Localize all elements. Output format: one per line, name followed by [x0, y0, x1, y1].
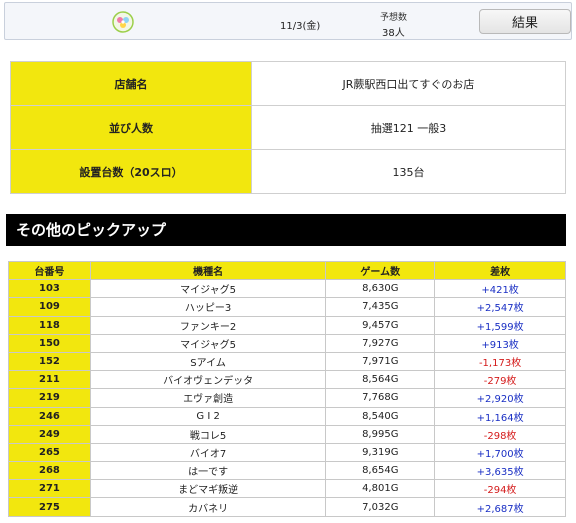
machine-number-cell: 268: [8, 461, 91, 481]
diff-cell: -294枚: [434, 479, 566, 499]
info-row-machines: 設置台数（20スロ） 135台: [10, 149, 566, 194]
game-count-cell: 8,995G: [325, 424, 436, 444]
info-label: 並び人数: [10, 105, 252, 150]
column-header-games: ゲーム数: [325, 260, 436, 281]
machine-number-cell: 271: [8, 479, 91, 499]
column-header-diff: 差枚: [434, 260, 566, 281]
diff-cell: -1,173枚: [434, 351, 566, 372]
column-header-machine: 機種名: [89, 260, 327, 281]
table-row[interactable]: 265 バイオ7 9,319G +1,700枚: [8, 442, 566, 463]
table-row[interactable]: 211 バイオヴェンデッタ 8,564G -279枚: [8, 370, 566, 390]
info-row-store: 店舗名 JR蕨駅西口出てすぐのお店: [10, 61, 566, 106]
machine-number-cell: 246: [8, 406, 91, 426]
predicted-count-value: 38人: [382, 28, 405, 39]
game-count-cell: 7,971G: [325, 351, 436, 372]
pickup-table: 台番号 機種名 ゲーム数 差枚 103 マイジャグ5 8,630G +421枚 109 ハ…: [8, 260, 566, 517]
result-button[interactable]: 結果: [479, 9, 571, 34]
machine-name-cell: 戦コレ5: [89, 424, 327, 444]
machine-name-cell: Sアイム: [89, 351, 327, 372]
diff-cell: +1,164枚: [434, 406, 566, 426]
top-bar: 11/3(金) 予想数 38人 結果: [4, 2, 572, 40]
game-count-cell: 7,032G: [325, 497, 436, 517]
table-row[interactable]: 103 マイジャグ5 8,630G +421枚: [8, 279, 566, 299]
table-row[interactable]: 109 ハッピー3 7,435G +2,547枚: [8, 297, 566, 317]
machine-number-cell: 152: [8, 351, 91, 372]
date-label: 11/3(金): [280, 21, 321, 32]
diff-cell: -298枚: [434, 424, 566, 444]
machine-name-cell: は一です: [89, 461, 327, 481]
info-value: 135台: [251, 149, 566, 194]
machine-name-cell: G I 2: [89, 406, 327, 426]
pickup-table-body: 103 マイジャグ5 8,630G +421枚 109 ハッピー3 7,435G +2,547…: [8, 279, 566, 517]
diff-cell: +1,700枚: [434, 442, 566, 463]
machine-name-cell: エヴァ創造: [89, 388, 327, 408]
table-row[interactable]: 219 エヴァ創造 7,768G +2,920枚: [8, 388, 566, 408]
machine-number-cell: 219: [8, 388, 91, 408]
info-value: JR蕨駅西口出てすぐのお店: [251, 61, 566, 106]
machine-number-cell: 211: [8, 370, 91, 390]
predicted-count-label: 予想数: [380, 13, 408, 23]
diff-cell: +1,599枚: [434, 315, 566, 335]
machine-name-cell: マイジャグ5: [89, 333, 327, 353]
game-count-cell: 9,319G: [325, 442, 436, 463]
column-header-number: 台番号: [8, 260, 91, 281]
diff-cell: +3,635枚: [434, 461, 566, 481]
info-label: 店舗名: [10, 61, 252, 106]
game-count-cell: 7,927G: [325, 333, 436, 353]
game-count-cell: 8,654G: [325, 461, 436, 481]
table-row[interactable]: 275 カバネリ 7,032G +2,687枚: [8, 497, 566, 517]
machine-name-cell: カバネリ: [89, 497, 327, 517]
game-count-cell: 4,801G: [325, 479, 436, 499]
info-label: 設置台数（20スロ）: [10, 149, 252, 194]
machine-number-cell: 118: [8, 315, 91, 335]
machine-name-cell: マイジャグ5: [89, 279, 327, 299]
table-row[interactable]: 249 戦コレ5 8,995G -298枚: [8, 424, 566, 444]
diff-cell: +2,547枚: [434, 297, 566, 317]
game-count-cell: 9,457G: [325, 315, 436, 335]
table-row[interactable]: 150 マイジャグ5 7,927G +913枚: [8, 333, 566, 353]
machine-name-cell: バイオヴェンデッタ: [89, 370, 327, 390]
section-title: その他のピックアップ: [6, 214, 566, 246]
machine-number-cell: 109: [8, 297, 91, 317]
diff-cell: +2,687枚: [434, 497, 566, 517]
store-info-table: 店舗名 JR蕨駅西口出てすぐのお店 並び人数 抽選121 一般3 設置台数（20…: [10, 61, 566, 194]
machine-number-cell: 265: [8, 442, 91, 463]
pill-flower-logo-icon: [111, 11, 135, 33]
machine-name-cell: ハッピー3: [89, 297, 327, 317]
machine-name-cell: まどマギ叛逆: [89, 479, 327, 499]
diff-cell: +421枚: [434, 279, 566, 299]
table-row[interactable]: 268 は一です 8,654G +3,635枚: [8, 461, 566, 481]
info-row-queue: 並び人数 抽選121 一般3: [10, 105, 566, 150]
machine-number-cell: 249: [8, 424, 91, 444]
machine-number-cell: 150: [8, 333, 91, 353]
table-row[interactable]: 271 まどマギ叛逆 4,801G -294枚: [8, 479, 566, 499]
game-count-cell: 8,630G: [325, 279, 436, 299]
diff-cell: +2,920枚: [434, 388, 566, 408]
info-value: 抽選121 一般3: [251, 105, 566, 150]
table-row[interactable]: 118 ファンキー2 9,457G +1,599枚: [8, 315, 566, 335]
game-count-cell: 7,435G: [325, 297, 436, 317]
diff-cell: -279枚: [434, 370, 566, 390]
machine-number-cell: 103: [8, 279, 91, 299]
pickup-header-row: 台番号 機種名 ゲーム数 差枚: [8, 260, 566, 281]
game-count-cell: 7,768G: [325, 388, 436, 408]
machine-name-cell: ファンキー2: [89, 315, 327, 335]
machine-name-cell: バイオ7: [89, 442, 327, 463]
table-row[interactable]: 246 G I 2 8,540G +1,164枚: [8, 406, 566, 426]
game-count-cell: 8,564G: [325, 370, 436, 390]
table-row[interactable]: 152 Sアイム 7,971G -1,173枚: [8, 351, 566, 372]
game-count-cell: 8,540G: [325, 406, 436, 426]
machine-number-cell: 275: [8, 497, 91, 517]
diff-cell: +913枚: [434, 333, 566, 353]
